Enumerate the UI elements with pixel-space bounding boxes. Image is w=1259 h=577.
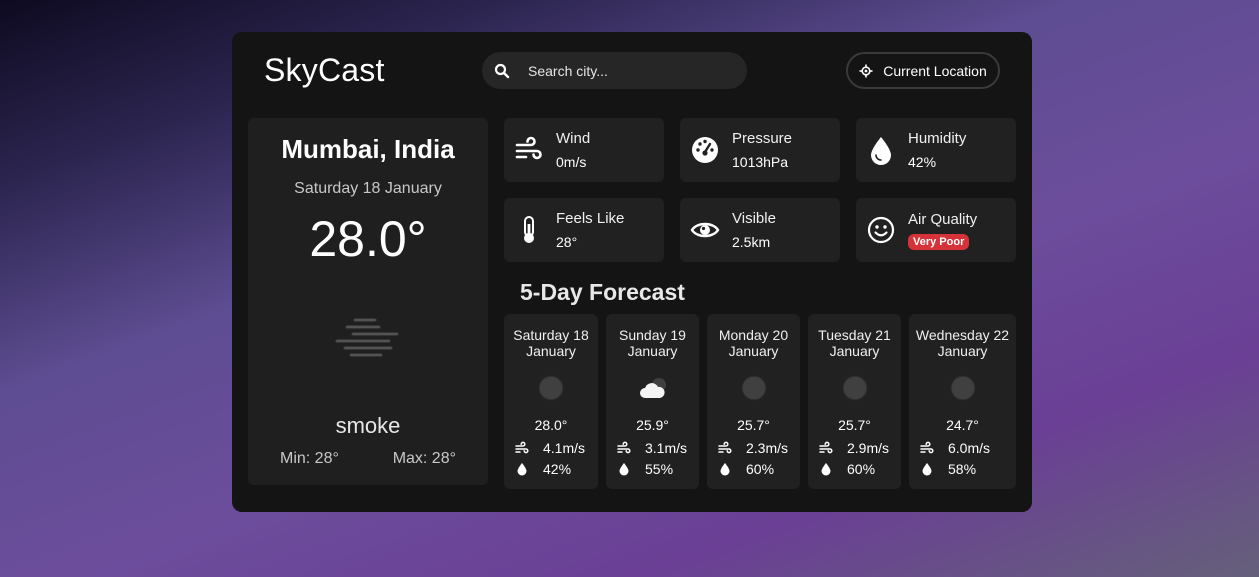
stat-label: Humidity bbox=[908, 130, 967, 147]
stat-visibility: Visible 2.5km bbox=[680, 198, 840, 262]
droplet-icon bbox=[821, 463, 831, 476]
current-temperature: 28.0° bbox=[309, 211, 427, 267]
forecast-wind: 2.9m/s bbox=[819, 440, 889, 456]
forecast-humidity: 60% bbox=[718, 461, 774, 477]
thermometer-icon bbox=[514, 215, 544, 245]
forecast-wind: 3.1m/s bbox=[617, 440, 687, 456]
stat-value: 2.5km bbox=[732, 234, 771, 250]
forecast-humidity: 42% bbox=[515, 461, 571, 477]
current-location-button[interactable]: Current Location bbox=[846, 52, 1000, 89]
weather-condition: smoke bbox=[335, 413, 401, 438]
stat-pressure: Pressure 1013hPa bbox=[680, 118, 840, 182]
stat-label: Feels Like bbox=[556, 210, 625, 227]
forecast-temp: 25.9° bbox=[636, 417, 669, 433]
forecast-temp: 28.0° bbox=[534, 417, 568, 433]
forecast-card: Tuesday 21 January 25.7° 2.9m/s 60% bbox=[808, 314, 901, 489]
wind-icon bbox=[617, 441, 631, 454]
forecast-card: Monday 20 January 25.7° 2.3m/s 60% bbox=[707, 314, 800, 489]
forecast-humidity: 55% bbox=[617, 461, 673, 477]
forecast-temp: 25.7° bbox=[737, 417, 770, 433]
forecast-card: Sunday 19 January 25.9° 3.1m/s 55% bbox=[606, 314, 699, 489]
moon-icon bbox=[950, 375, 975, 401]
current-weather-card: Mumbai, India Saturday 18 January 28.0° … bbox=[248, 118, 488, 485]
crosshair-icon bbox=[859, 64, 873, 77]
forecast-date: Tuesday 21 January bbox=[818, 327, 891, 359]
stat-value: 1013hPa bbox=[732, 154, 789, 170]
min-temperature: Min: 28° bbox=[280, 450, 339, 467]
droplet-icon bbox=[866, 135, 896, 165]
stat-label: Visible bbox=[732, 210, 776, 227]
wind-icon bbox=[514, 135, 544, 165]
stat-value: 0m/s bbox=[556, 154, 587, 170]
moon-icon bbox=[842, 375, 867, 401]
forecast-date: Saturday 18 January bbox=[513, 327, 589, 359]
app-title: SkyCast bbox=[264, 52, 385, 88]
stat-humidity: Humidity 42% bbox=[856, 118, 1016, 182]
droplet-icon bbox=[720, 463, 730, 476]
wind-icon bbox=[515, 441, 529, 454]
droplet-icon bbox=[619, 463, 629, 476]
stat-label: Air Quality bbox=[908, 210, 978, 228]
forecast-card: Wednesday 22 January 24.7° 6.0m/s 58% bbox=[909, 314, 1016, 489]
smiley-icon bbox=[866, 215, 896, 245]
forecast-humidity: 60% bbox=[819, 461, 875, 477]
weather-app: SkyCast Current Location Mumbai, India S… bbox=[232, 32, 1032, 512]
search-input[interactable] bbox=[528, 62, 728, 79]
gauge-icon bbox=[690, 135, 720, 165]
moon-icon bbox=[741, 375, 766, 401]
forecast-card: Saturday 18 January 28.0° 4.1m/s 42% bbox=[504, 314, 598, 489]
forecast-temp: 25.7° bbox=[838, 417, 871, 433]
air-quality-badge: Very Poor bbox=[908, 233, 970, 250]
smoke-icon bbox=[335, 318, 399, 357]
moon-icon bbox=[538, 375, 564, 401]
cloud-night-icon bbox=[639, 378, 666, 398]
wind-icon bbox=[819, 441, 833, 454]
eye-icon bbox=[690, 215, 720, 245]
droplet-icon bbox=[922, 463, 932, 476]
forecast-date: Wednesday 22 January bbox=[915, 327, 1010, 359]
forecast-temp: 24.7° bbox=[946, 417, 979, 433]
city-name: Mumbai, India bbox=[281, 134, 455, 164]
droplet-icon bbox=[517, 463, 527, 476]
wind-icon bbox=[718, 441, 732, 454]
forecast-humidity: 58% bbox=[920, 461, 976, 477]
forecast-wind: 2.3m/s bbox=[718, 440, 788, 456]
search-bar[interactable] bbox=[482, 52, 747, 89]
wind-icon bbox=[920, 441, 934, 454]
forecast-wind: 6.0m/s bbox=[920, 440, 990, 456]
forecast-title: 5-Day Forecast bbox=[520, 279, 685, 305]
search-icon bbox=[494, 63, 510, 78]
stat-wind: Wind 0m/s bbox=[504, 118, 664, 182]
forecast-wind: 4.1m/s bbox=[515, 440, 585, 456]
stat-feels-like: Feels Like 28° bbox=[504, 198, 664, 262]
stat-value: 28° bbox=[556, 234, 578, 250]
max-temperature: Max: 28° bbox=[392, 450, 456, 467]
stat-value: 42% bbox=[908, 154, 937, 170]
current-location-label: Current Location bbox=[883, 62, 987, 79]
forecast-date: Sunday 19 January bbox=[619, 327, 686, 359]
forecast-date: Monday 20 January bbox=[718, 327, 789, 359]
min-max-row: Min: 28° Max: 28° bbox=[280, 450, 456, 468]
stat-label: Pressure bbox=[732, 130, 793, 147]
current-date: Saturday 18 January bbox=[294, 180, 442, 197]
stat-label: Wind bbox=[556, 130, 591, 147]
stat-air-quality: Air Quality Very Poor bbox=[856, 198, 1016, 262]
